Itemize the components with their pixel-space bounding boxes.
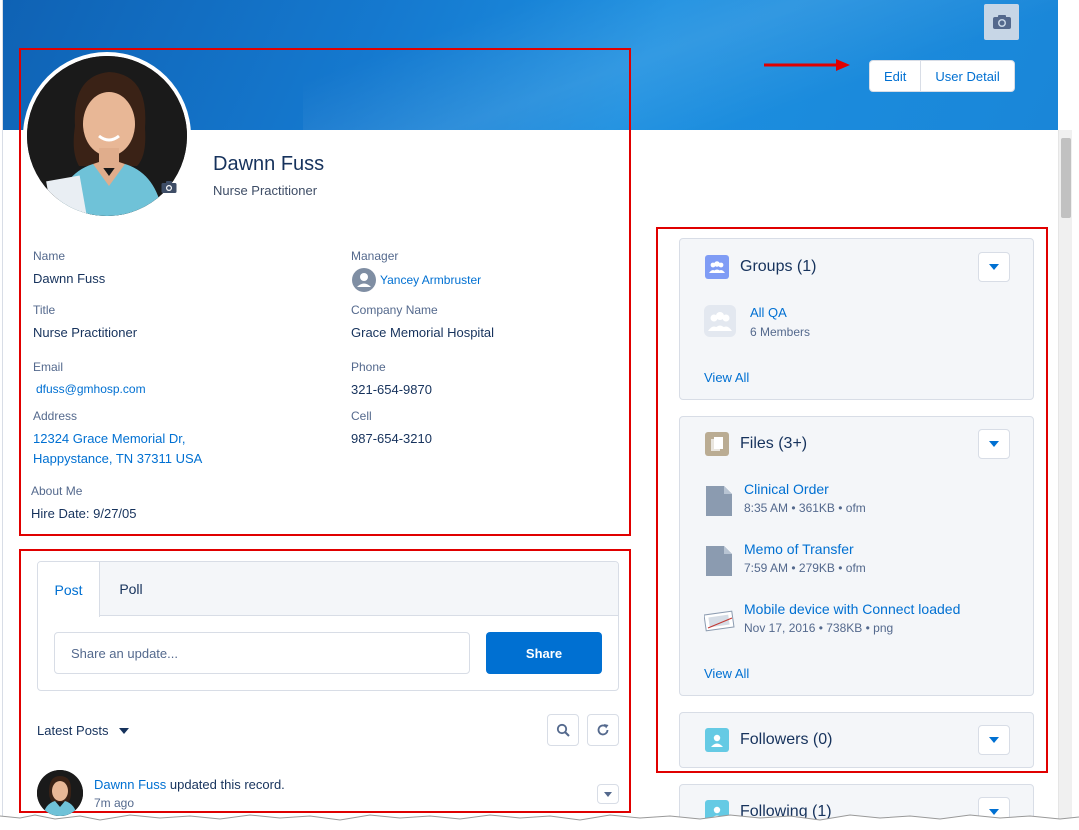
cell-value: 987-654-3210 xyxy=(351,431,432,446)
file-meta: 7:59 AM • 279KB • ofm xyxy=(744,561,866,575)
share-update-input[interactable]: Share an update... xyxy=(54,632,470,674)
company-label: Company Name xyxy=(351,303,438,317)
tab-poll[interactable]: Poll xyxy=(100,562,162,615)
file-doc-icon xyxy=(706,486,732,516)
post-author-avatar[interactable] xyxy=(37,770,83,816)
address-line2[interactable]: Happystance, TN 37311 USA xyxy=(33,451,202,466)
user-icon xyxy=(357,273,371,287)
profile-page: Edit User Detail Dawnn Fuss Nurse Practi… xyxy=(2,0,1058,820)
files-icon xyxy=(705,432,729,456)
manager-label: Manager xyxy=(351,249,399,263)
profile-photo[interactable] xyxy=(23,52,191,220)
feed-search-button[interactable] xyxy=(547,714,579,746)
title-value: Nurse Practitioner xyxy=(33,325,138,340)
manager-link[interactable]: Yancey Armbruster xyxy=(380,273,481,287)
caret-down-icon xyxy=(989,264,999,270)
group-members: 6 Members xyxy=(750,325,811,339)
files-menu-button[interactable] xyxy=(978,429,1010,459)
torn-edge xyxy=(0,814,1079,830)
groups-view-all-link[interactable]: View All xyxy=(704,370,749,385)
caret-down-icon xyxy=(119,728,130,734)
page-scrollbar[interactable] xyxy=(1058,130,1072,820)
post-action-text: updated this record. xyxy=(169,777,285,792)
groups-title: Groups (1) xyxy=(740,258,817,275)
post-menu-button[interactable] xyxy=(597,784,619,804)
user-detail-button[interactable]: User Detail xyxy=(920,61,1013,91)
groups-icon xyxy=(705,255,729,279)
caret-down-icon xyxy=(989,737,999,743)
tab-post[interactable]: Post xyxy=(38,562,100,617)
email-link[interactable]: dfuss@gmhosp.com xyxy=(36,382,146,396)
files-title: Files (3+) xyxy=(740,435,808,452)
caret-down-icon xyxy=(989,441,999,447)
scrollbar-thumb[interactable] xyxy=(1061,138,1071,218)
followers-icon xyxy=(705,728,729,752)
annotation-arrow xyxy=(764,59,850,71)
post-timestamp[interactable]: 7m ago xyxy=(94,796,134,810)
profile-actions: Edit User Detail xyxy=(869,60,1015,92)
feed-refresh-button[interactable] xyxy=(587,714,619,746)
name-value: Dawnn Fuss xyxy=(33,271,106,286)
camera-icon xyxy=(992,15,1011,29)
file-doc-icon xyxy=(706,546,732,576)
refresh-icon xyxy=(597,724,609,736)
address-label: Address xyxy=(33,409,78,423)
phone-label: Phone xyxy=(351,360,386,374)
image-thumbnail-icon xyxy=(704,610,735,632)
group-link-all-qa[interactable]: All QA xyxy=(750,305,787,320)
file-link[interactable]: Mobile device with Connect loaded xyxy=(744,601,960,617)
file-link[interactable]: Memo of Transfer xyxy=(744,541,854,557)
group-avatar-icon xyxy=(704,305,736,337)
email-label: Email xyxy=(33,360,64,374)
share-button[interactable]: Share xyxy=(486,632,602,674)
file-meta: 8:35 AM • 361KB • ofm xyxy=(744,501,866,515)
about-label: About Me xyxy=(31,484,83,498)
publisher-tabs: Post Poll xyxy=(38,562,618,617)
profile-title: Nurse Practitioner xyxy=(213,183,318,198)
feed-post-header: Dawnn Fuss updated this record. xyxy=(94,777,285,792)
phone-value: 321-654-9870 xyxy=(351,382,432,397)
profile-name: Dawnn Fuss xyxy=(213,153,325,175)
groups-menu-button[interactable] xyxy=(978,252,1010,282)
post-author-link[interactable]: Dawnn Fuss xyxy=(94,777,166,792)
photo-camera-icon[interactable] xyxy=(161,180,177,194)
edit-button[interactable]: Edit xyxy=(870,61,920,91)
company-value: Grace Memorial Hospital xyxy=(351,325,495,340)
caret-down-icon xyxy=(604,791,612,797)
feed-sort-dropdown[interactable]: Latest Posts xyxy=(37,723,130,738)
file-meta: Nov 17, 2016 • 738KB • png xyxy=(744,621,894,635)
manager-avatar[interactable] xyxy=(352,268,376,292)
title-label: Title xyxy=(33,303,56,317)
address-line1[interactable]: 12324 Grace Memorial Dr, xyxy=(33,431,185,446)
banner-camera-button[interactable] xyxy=(984,4,1019,40)
followers-menu-button[interactable] xyxy=(978,725,1010,755)
search-icon xyxy=(556,723,570,737)
name-label: Name xyxy=(33,249,66,263)
files-view-all-link[interactable]: View All xyxy=(704,666,749,681)
file-link[interactable]: Clinical Order xyxy=(744,481,829,497)
about-value: Hire Date: 9/27/05 xyxy=(31,506,137,521)
followers-title: Followers (0) xyxy=(740,731,833,748)
cell-label: Cell xyxy=(351,409,372,423)
publisher: Post Poll Share an update... Share xyxy=(37,561,619,691)
feed-sort-label: Latest Posts xyxy=(37,723,109,738)
